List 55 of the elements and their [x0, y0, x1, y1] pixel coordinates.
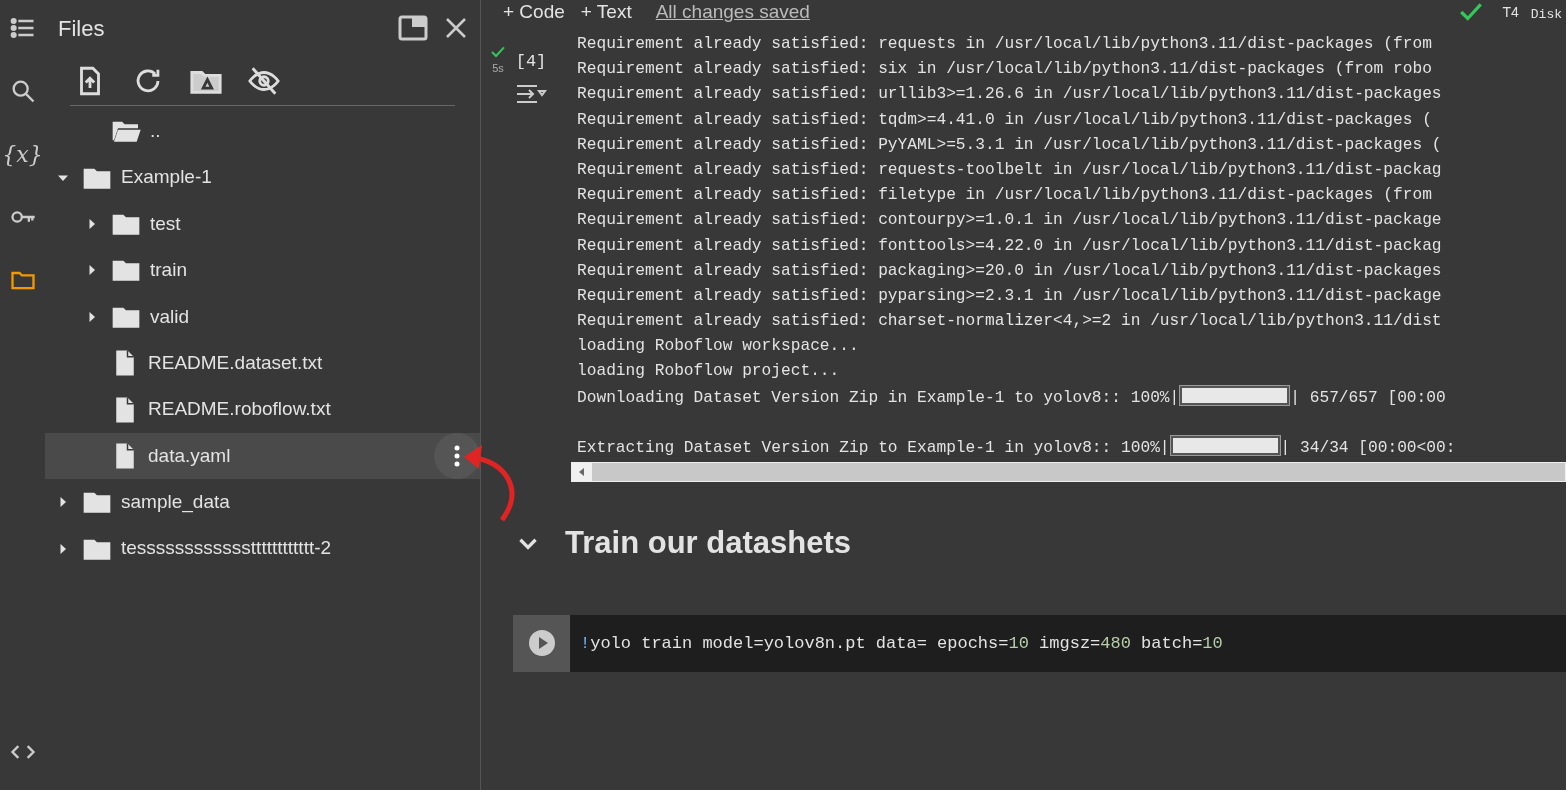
output-line: loading Roboflow workspace...	[577, 337, 859, 356]
output-line: Requirement already satisfied: fonttools>=4.22.0 in /usr/local/lib/python3.11/dist-packag	[577, 236, 1442, 255]
play-icon	[527, 629, 556, 658]
file-name: ..	[150, 118, 162, 143]
toolbar-button[interactable]: + Text	[572, 0, 640, 27]
file-item[interactable]: data.yaml	[45, 432, 480, 480]
execution-count: [4]	[515, 51, 547, 73]
folder-item[interactable]: ..	[45, 108, 480, 155]
file-name: data.yaml	[148, 443, 232, 468]
new-window-icon[interactable]	[398, 15, 428, 41]
output-line: Requirement already satisfied: PyYAML>=5.3.1 in /usr/local/lib/python3.11/dist-packages (	[577, 135, 1442, 154]
save-status-link[interactable]: All changes saved	[655, 0, 810, 27]
runtime-label: T4	[1502, 2, 1519, 22]
close-icon[interactable]	[444, 16, 468, 40]
toolbar-button[interactable]: + Code	[495, 0, 573, 27]
file-name: valid	[150, 304, 191, 329]
folder-item[interactable]: Example-1	[45, 154, 480, 201]
file-name: test	[150, 211, 182, 236]
panel-title: Files	[58, 14, 106, 43]
output-line: Requirement already satisfied: requests in /usr/local/lib/python3.11/dist-packages (from	[577, 35, 1432, 53]
output-line: | 657/657 [00:00	[1290, 388, 1446, 407]
more-vertical-icon[interactable]	[434, 432, 480, 479]
file-name: train	[150, 258, 188, 283]
output-line: Requirement already satisfied: pyparsing>=2.3.1 in /usr/local/lib/python3.11/dist-package	[577, 286, 1442, 305]
file-name: README.roboflow.txt	[148, 397, 332, 422]
output-line: Requirement already satisfied: contourpy>=1.0.1 in /usr/local/lib/python3.11/dist-package	[577, 211, 1442, 230]
run-button[interactable]	[513, 614, 570, 672]
folder-item[interactable]: valid	[45, 293, 480, 340]
file-name: README.dataset.txt	[148, 350, 324, 375]
folder-item[interactable]: sample_data	[45, 479, 480, 526]
output-line: Requirement already satisfied: urllib3>=1.26.6 in /usr/local/lib/python3.11/dist-packages	[577, 85, 1442, 104]
section-heading: Train our datashets	[565, 524, 851, 563]
output-line: Requirement already satisfied: tqdm>=4.41.0 in /usr/local/lib/python3.11/dist-packages (	[577, 110, 1432, 129]
output-line: | 34/34 [00:00<00:	[1280, 439, 1456, 457]
code-line: !yolo train model=yolov8n.pt data= epochs=10 imgsz=480 batch=10	[579, 632, 1223, 655]
scroll-left-icon[interactable]	[572, 463, 592, 482]
folder-item[interactable]: train	[45, 247, 480, 294]
disk-label: Disk	[1530, 7, 1562, 21]
file-name: tesssssssssssstttttttttttt-2	[121, 536, 333, 561]
file-item[interactable]: README.roboflow.txt	[45, 386, 480, 433]
folder-item[interactable]: tesssssssssssstttttttttttt-2	[45, 525, 480, 572]
output-line: Requirement already satisfied: packaging>=20.0 in /usr/local/lib/python3.11/dist-packages	[577, 261, 1442, 280]
output-line: Requirement already satisfied: requests-toolbelt in /usr/local/lib/python3.11/dist-packag	[577, 160, 1442, 179]
run-duration: 5s	[492, 61, 504, 76]
output-line: Requirement already satisfied: charset-normalizer<4,>=2 in /usr/local/lib/python3.11/dist	[577, 312, 1442, 331]
file-name: Example-1	[121, 165, 213, 190]
file-item[interactable]: README.dataset.txt	[45, 339, 480, 387]
file-name: sample_data	[121, 490, 231, 515]
horizontal-scrollbar[interactable]	[571, 462, 1566, 483]
output-line: Downloading Dataset Version Zip in Example-1 to yolov8:: 100%|	[577, 388, 1180, 407]
output-line: Requirement already satisfied: filetype in /usr/local/lib/python3.11/dist-packages (from	[577, 186, 1432, 205]
folder-item[interactable]: test	[45, 200, 480, 248]
output-line: loading Roboflow project...	[577, 362, 840, 381]
output-line: Requirement already satisfied: six in /usr/local/lib/python3.11/dist-packages (from robo	[577, 60, 1432, 79]
output-line: Extracting Dataset Version Zip to Example-1 in yolov8:: 100%|	[577, 439, 1170, 457]
